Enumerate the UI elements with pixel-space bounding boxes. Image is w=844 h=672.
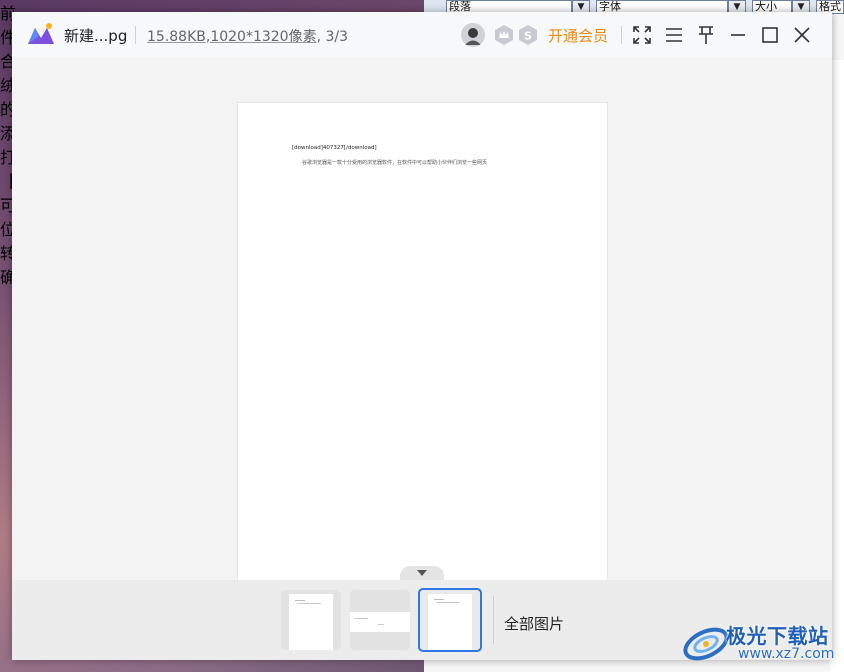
crown-badge-icon[interactable] xyxy=(494,24,514,46)
thumbnail-text-line xyxy=(295,600,305,601)
filmstrip-divider xyxy=(493,596,494,644)
file-name: 新建...pg xyxy=(64,27,128,45)
image-position: , 3/3 xyxy=(316,29,349,45)
watermark-text: 极光下载站 xyxy=(726,624,829,648)
title-divider xyxy=(135,26,136,44)
thumbnail-2[interactable] xyxy=(350,590,410,650)
title-bar[interactable]: 新建...pg 15.88KB,1020*1320像素, 3/3 S 开通会员 xyxy=(12,12,832,58)
file-info: 15.88KB,1020*1320像素, 3/3 xyxy=(147,26,348,46)
all-images-button[interactable]: 全部图片 xyxy=(504,613,564,634)
document-body-text: 谷歌浏览器是一款十分受用的浏览器软件，在软件中可以帮助小伙伴们浏览一些网页 xyxy=(302,160,488,166)
thumbnail-text-line xyxy=(378,624,384,625)
watermark-logo: 极光下载站 www.xz7.com xyxy=(680,618,844,672)
maximize-icon[interactable] xyxy=(758,23,782,47)
file-size: 15.88KB xyxy=(147,29,206,45)
s-badge-icon[interactable]: S xyxy=(518,24,538,46)
fullscreen-icon[interactable] xyxy=(630,23,654,47)
thumbnail-text-line xyxy=(434,599,444,600)
svg-text:S: S xyxy=(524,30,532,43)
thumbnail-page xyxy=(350,612,410,632)
minimize-icon[interactable] xyxy=(726,23,750,47)
menu-icon[interactable] xyxy=(662,23,686,47)
thumbnail-3[interactable] xyxy=(418,588,482,652)
open-vip-button[interactable]: 开通会员 xyxy=(548,25,608,46)
document-image: [download]407327[/download] 谷歌浏览器是一款十分受用… xyxy=(237,102,608,580)
user-avatar[interactable] xyxy=(461,23,485,47)
image-canvas[interactable]: [download]407327[/download] 谷歌浏览器是一款十分受用… xyxy=(12,58,832,580)
image-viewer-window: 新建...pg 15.88KB,1020*1320像素, 3/3 S 开通会员 xyxy=(12,12,832,660)
editor-document-area xyxy=(830,60,844,672)
thumbnail-text-line xyxy=(297,603,321,604)
chevron-down-icon xyxy=(417,570,427,576)
watermark-swirl-icon xyxy=(683,627,729,661)
image-dimensions: ,1020*1320像素 xyxy=(205,29,317,45)
thumbnail-text-line xyxy=(436,602,460,603)
pin-icon[interactable] xyxy=(694,23,718,47)
collapse-filmstrip-button[interactable] xyxy=(400,566,444,580)
title-divider xyxy=(621,26,622,44)
document-heading: [download]407327[/download] xyxy=(292,145,377,151)
thumbnail-1[interactable] xyxy=(281,590,341,650)
app-logo-icon xyxy=(26,22,56,46)
thumbnail-text-line xyxy=(354,618,368,619)
close-icon[interactable] xyxy=(790,23,814,47)
watermark-url: www.xz7.com xyxy=(738,646,835,662)
